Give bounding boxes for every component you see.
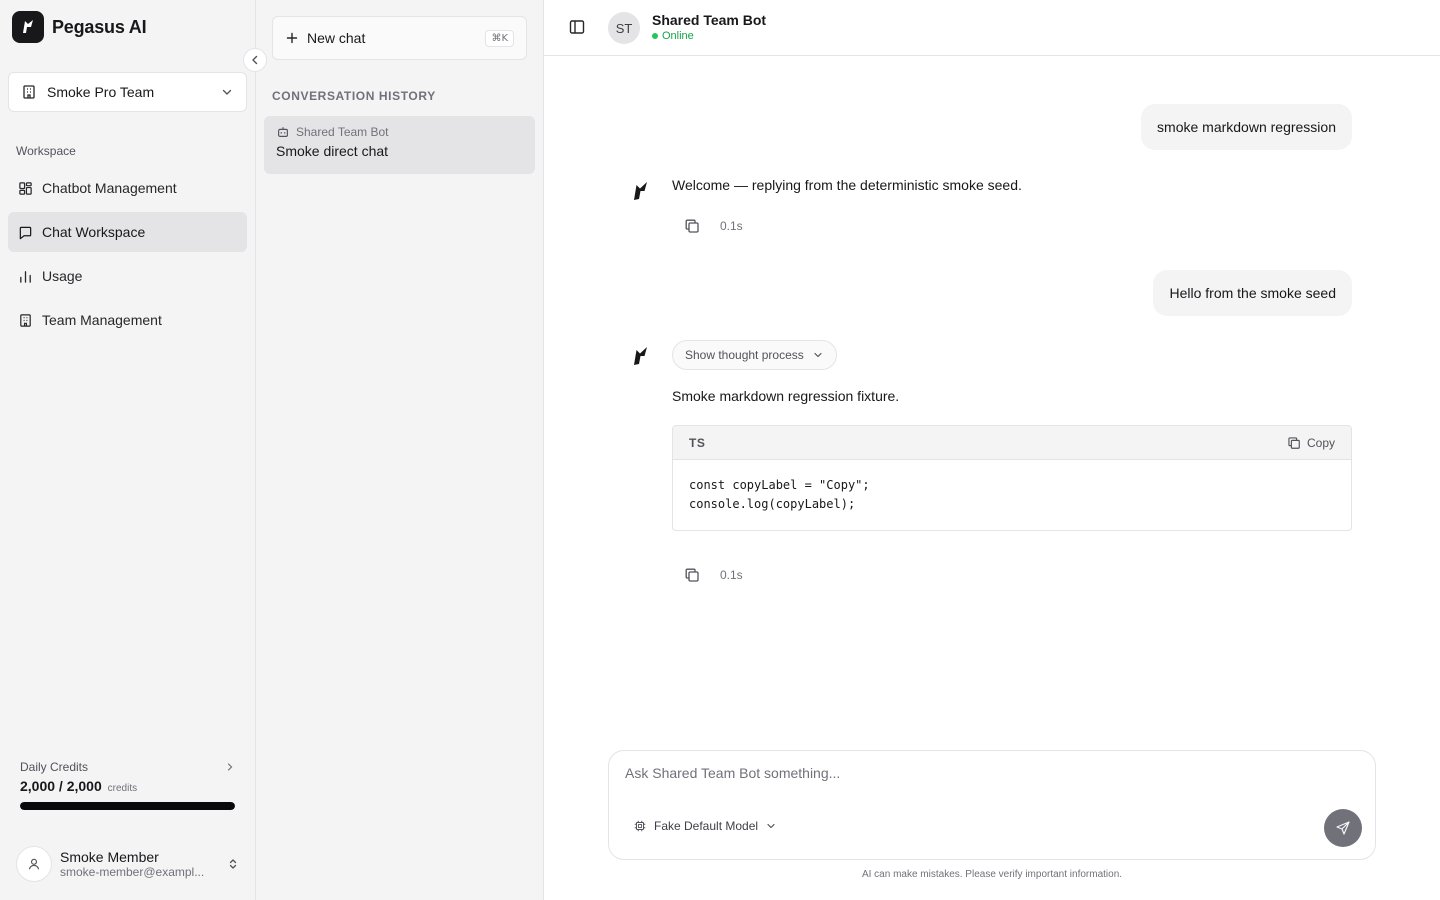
disclaimer: AI can make mistakes. Please verify impo… (861, 869, 1123, 880)
chevron-down-icon (220, 85, 234, 99)
user-menu[interactable]: Smoke Member smoke-member@exampl... (16, 846, 240, 882)
bot-message: Welcome — replying from the deterministi… (672, 177, 1022, 193)
copy-message-button[interactable] (682, 216, 702, 236)
chevrons-up-down-icon (226, 857, 240, 871)
message-meta: 0.1s (682, 216, 743, 236)
model-selector-label: Fake Default Model (654, 819, 759, 833)
building-icon (21, 84, 37, 100)
sidebar-item-label: Chat Workspace (42, 224, 146, 240)
credits-progress-fill (20, 802, 235, 810)
cpu-icon (633, 819, 647, 833)
building-icon (18, 313, 33, 328)
response-time: 0.1s (720, 568, 743, 582)
sidebar-item-team-management[interactable]: Team Management (8, 300, 247, 340)
conversation-title: Smoke direct chat (276, 143, 389, 159)
code-block: TS Copy const copyLabel = "Copy"; consol… (672, 425, 1352, 531)
sidebar-item-chat-workspace[interactable]: Chat Workspace (8, 212, 247, 252)
code-content: const copyLabel = "Copy"; console.log(co… (673, 460, 1351, 530)
chevron-right-icon (225, 762, 235, 772)
bar-chart-icon (18, 269, 33, 284)
copy-icon (1287, 436, 1301, 450)
thought-process-label: Show thought process (685, 348, 804, 362)
conversation-history-heading: CONVERSATION HISTORY (272, 89, 436, 103)
chevron-down-icon (765, 820, 777, 832)
bot-status: Online (652, 30, 694, 42)
model-selector[interactable]: Fake Default Model (633, 819, 777, 833)
sidebar-item-label: Team Management (42, 312, 162, 328)
workspace-section-label: Workspace (16, 144, 76, 158)
brand[interactable]: Pegasus AI (12, 11, 147, 43)
credits-unit: credits (107, 783, 138, 794)
code-line: console.log(copyLabel); (689, 497, 856, 511)
code-line: const copyLabel = "Copy"; (689, 478, 870, 492)
bot-icon (276, 125, 290, 139)
pegasus-logo-icon (12, 11, 44, 43)
new-chat-label: New chat (307, 30, 366, 46)
avatar (16, 846, 52, 882)
chevron-down-icon (812, 349, 824, 361)
sidebar-nav: Chatbot Management Chat Workspace Usage … (8, 168, 247, 344)
user-email: smoke-member@exampl... (60, 865, 205, 879)
conversation-panel: New chat ⌘K CONVERSATION HISTORY Shared … (256, 0, 544, 900)
sidebar-item-label: Chatbot Management (42, 180, 177, 196)
bot-avatar: ST (608, 12, 640, 44)
new-chat-button[interactable]: New chat ⌘K (272, 16, 527, 60)
chat-main: ST Shared Team Bot Online smoke markdown… (544, 0, 1440, 900)
bot-logo-icon (632, 345, 650, 367)
message-meta: 0.1s (682, 565, 743, 585)
code-block-header: TS Copy (673, 426, 1351, 460)
message-input[interactable] (625, 765, 1315, 781)
dashboard-icon (18, 181, 33, 196)
bot-status-label: Online (662, 30, 694, 42)
team-selector[interactable]: Smoke Pro Team (8, 72, 247, 112)
collapse-sidebar-button[interactable] (243, 48, 267, 72)
copy-icon (684, 567, 700, 583)
team-selector-label: Smoke Pro Team (47, 84, 155, 100)
chevron-left-icon (249, 54, 261, 66)
chat-header: ST Shared Team Bot Online (544, 0, 1440, 56)
daily-credits[interactable]: Daily Credits 2,000 / 2,000 credits (20, 760, 235, 810)
bot-logo-icon (632, 180, 650, 202)
sidebar-item-usage[interactable]: Usage (8, 256, 247, 296)
credits-label: Daily Credits (20, 760, 89, 774)
bot-name: Shared Team Bot (652, 12, 767, 28)
user-name: Smoke Member (60, 849, 159, 865)
sidebar: Pegasus AI Smoke Pro Team Workspace Chat… (0, 0, 267, 900)
user-message: smoke markdown regression (1141, 104, 1352, 150)
message-square-icon (18, 225, 33, 240)
sidebar-item-label: Usage (42, 268, 83, 284)
bot-message: Smoke markdown regression fixture. (672, 388, 900, 404)
toggle-sidebar-button[interactable] (568, 18, 586, 36)
keyboard-shortcut: ⌘K (485, 29, 514, 47)
user-message: Hello from the smoke seed (1153, 270, 1352, 316)
copy-code-button[interactable]: Copy (1287, 436, 1335, 450)
panel-left-icon (568, 18, 586, 36)
brand-name: Pegasus AI (52, 16, 147, 37)
conversation-item[interactable]: Shared Team Bot Smoke direct chat (264, 116, 535, 174)
message-composer: Fake Default Model (608, 750, 1376, 860)
code-language: TS (689, 435, 706, 450)
send-button[interactable] (1324, 809, 1362, 847)
user-icon (27, 857, 41, 871)
copy-icon (684, 218, 700, 234)
plus-icon (285, 31, 299, 45)
credits-progress-bar (20, 802, 235, 810)
online-dot-icon (652, 33, 658, 39)
conversation-bot-name: Shared Team Bot (296, 125, 389, 139)
response-time: 0.1s (720, 219, 743, 233)
copy-code-label: Copy (1306, 435, 1335, 450)
copy-message-button[interactable] (682, 565, 702, 585)
send-icon (1335, 820, 1351, 836)
show-thought-process-button[interactable]: Show thought process (672, 340, 837, 370)
sidebar-item-chatbot-management[interactable]: Chatbot Management (8, 168, 247, 208)
credits-value: 2,000 / 2,000 (20, 778, 102, 794)
